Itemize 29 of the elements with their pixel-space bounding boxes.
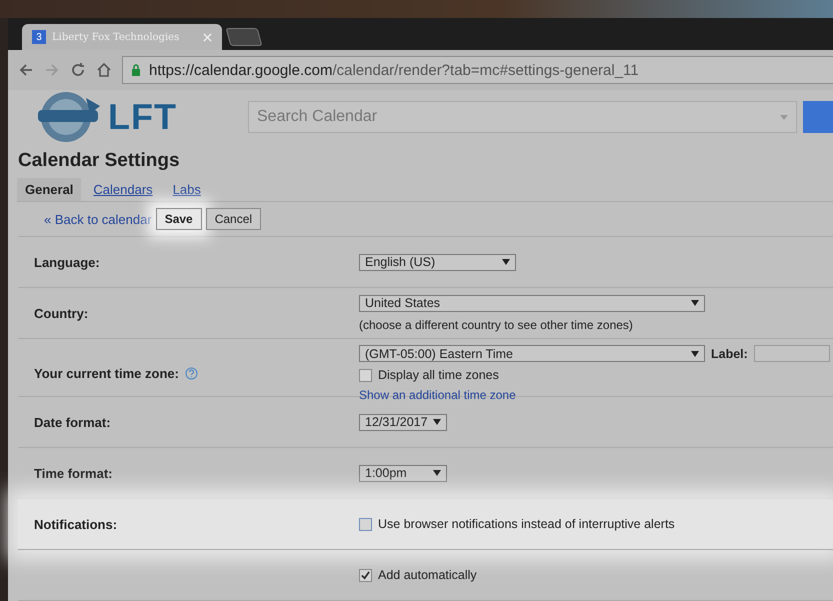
checkbox-label: Add automatically	[378, 568, 477, 582]
url-text: https://calendar.google.com/calendar/render?tab=mc#settings-general_11	[149, 62, 639, 78]
page-title: Calendar Settings	[18, 150, 181, 172]
setting-label: Your current time zone:	[34, 366, 179, 381]
address-bar[interactable]: https://calendar.google.com/calendar/render?tab=mc#settings-general_11	[122, 56, 833, 84]
settings-tab[interactable]: Calendars	[85, 178, 161, 201]
dropdown[interactable]: English (US)	[359, 254, 516, 270]
dropdown[interactable]: 12/31/2017	[359, 414, 447, 430]
calendar-favicon: 3	[32, 30, 46, 44]
dropdown[interactable]: 1:00pm	[359, 464, 447, 482]
setting-label: Country:	[34, 306, 88, 320]
dropdown[interactable]: (GMT-05:00) Eastern Time	[359, 345, 705, 362]
logo-text: LFT	[108, 96, 178, 138]
browser-tab[interactable]: 3 Liberty Fox Technologies	[22, 24, 222, 50]
cancel-button[interactable]: Cancel	[206, 208, 262, 230]
back-link[interactable]: « Back to calendar	[44, 212, 152, 226]
settings-tab[interactable]: General	[17, 178, 82, 201]
checkbox-label: Use browser notifications instead of interruptive alerts	[378, 517, 675, 531]
additional-time-zone-link[interactable]: Show an additional time zone	[359, 388, 833, 402]
setting-label: Language:	[34, 254, 100, 270]
settings-tab[interactable]: Labs	[164, 178, 209, 201]
setting-label: Notifications:	[34, 516, 118, 532]
setting-label: Date format:	[34, 414, 111, 430]
hint-text: (choose a different country to see other time zones)	[359, 318, 634, 332]
field-label: Label:	[711, 346, 748, 360]
save-button[interactable]: Save	[156, 208, 202, 230]
setting-label: Time format:	[34, 466, 112, 480]
dropdown[interactable]: United States	[359, 294, 705, 312]
checkbox-label: Display all time zones	[378, 368, 499, 382]
